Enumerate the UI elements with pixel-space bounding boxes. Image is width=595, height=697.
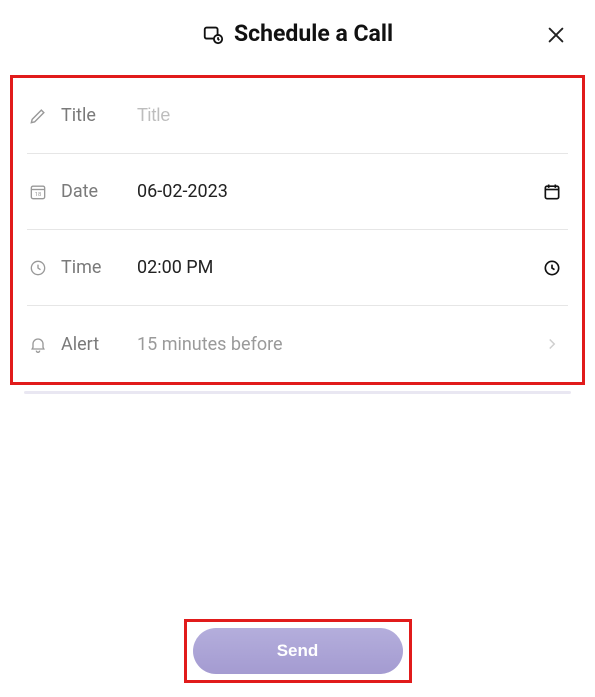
title-row[interactable]: Title [27,78,568,154]
time-row[interactable]: Time 02:00 PM [27,230,568,306]
send-button-highlight: Send [184,619,412,683]
title-label: Title [61,105,131,126]
clock-icon [542,258,562,278]
pencil-icon [27,106,49,126]
date-row[interactable]: 18 Date 06-02-2023 [27,154,568,230]
alert-label: Alert [61,334,131,355]
close-icon [545,24,567,46]
dialog-header: Schedule a Call [0,0,595,65]
close-button[interactable] [545,24,567,46]
alert-row[interactable]: Alert 15 minutes before [27,306,568,382]
date-picker-button[interactable] [536,182,568,202]
svg-text:18: 18 [35,192,42,198]
alert-value: 15 minutes before [137,334,536,355]
calendar-icon [542,182,562,202]
schedule-call-icon [202,23,224,45]
chevron-right-icon [543,335,561,353]
time-label: Time [61,257,131,278]
send-button[interactable]: Send [193,628,403,674]
date-label: Date [61,181,131,202]
time-picker-button[interactable] [536,258,568,278]
dialog-title: Schedule a Call [234,20,393,47]
form-section-highlight: Title 18 Date 06-02-2023 [10,75,585,385]
time-value: 02:00 PM [137,257,536,278]
bell-icon [27,334,49,354]
title-input[interactable] [137,105,568,126]
alert-chevron[interactable] [536,335,568,353]
calendar-small-icon: 18 [27,182,49,202]
divider [24,391,571,394]
date-value: 06-02-2023 [137,181,536,202]
clock-small-icon [27,258,49,278]
